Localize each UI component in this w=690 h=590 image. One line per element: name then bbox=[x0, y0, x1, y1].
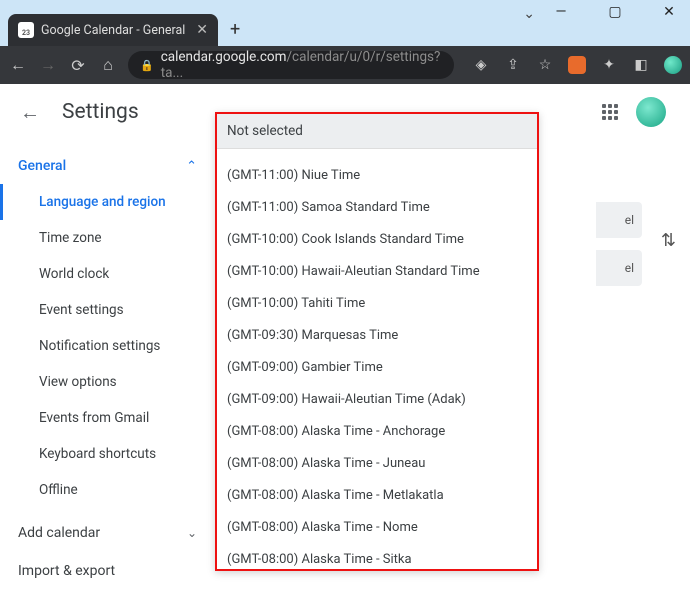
tab-title: Google Calendar - General settin bbox=[41, 23, 189, 38]
extensions-puzzle-icon[interactable]: ✦ bbox=[600, 56, 618, 74]
new-tab-button[interactable]: + bbox=[230, 19, 240, 40]
dropdown-option[interactable]: (GMT-08:00) Alaska Time - Nome bbox=[217, 511, 537, 543]
sidebar-subitems: Language and region Time zone World cloc… bbox=[0, 184, 215, 514]
url-host: calendar.google.com bbox=[161, 49, 287, 65]
dropdown-option[interactable]: (GMT-11:00) Niue Time bbox=[217, 159, 537, 191]
sidebar-item-label: Import & export bbox=[18, 563, 115, 579]
dropdown-header[interactable]: Not selected bbox=[217, 114, 537, 149]
dropdown-option[interactable]: (GMT-08:00) Alaska Time - Juneau bbox=[217, 447, 537, 479]
chevron-up-icon: ⌃ bbox=[186, 159, 197, 174]
eye-icon[interactable]: ◈ bbox=[472, 56, 490, 74]
window-dropdown-icon[interactable]: ⌄ bbox=[523, 6, 535, 22]
timezone-field-1[interactable]: el bbox=[596, 202, 642, 238]
sidebar-item-offline[interactable]: Offline bbox=[0, 472, 215, 508]
nav-back-button[interactable]: ← bbox=[8, 55, 28, 75]
dropdown-option[interactable]: (GMT-11:00) Samoa Standard Time bbox=[217, 191, 537, 223]
chevron-down-icon: ⌄ bbox=[187, 526, 197, 540]
sidebar-item-add-calendar[interactable]: Add calendar ⌄ bbox=[0, 514, 215, 552]
sidebar-item-keyboard-shortcuts[interactable]: Keyboard shortcuts bbox=[0, 436, 215, 472]
timezone-fields-peek: el el bbox=[596, 202, 642, 298]
browser-toolbar: ← → ⟳ ⌂ 🔒 calendar.google.com/calendar/u… bbox=[0, 46, 690, 84]
tab-close-icon[interactable]: ✕ bbox=[196, 22, 208, 38]
main-panel: el el ⇅ Not selected (GMT-11:00) Niue Ti… bbox=[215, 140, 690, 566]
dropdown-option[interactable]: (GMT-08:00) Alaska Time - Metlakatla bbox=[217, 479, 537, 511]
sidebar-item-notification-settings[interactable]: Notification settings bbox=[0, 328, 215, 364]
url-bar[interactable]: 🔒 calendar.google.com/calendar/u/0/r/set… bbox=[128, 51, 454, 79]
lock-icon: 🔒 bbox=[140, 59, 154, 72]
page-title: Settings bbox=[62, 100, 139, 124]
dropdown-option[interactable]: (GMT-10:00) Hawaii-Aleutian Standard Tim… bbox=[217, 255, 537, 287]
sidebar-item-view-options[interactable]: View options bbox=[0, 364, 215, 400]
sidebar-item-language-region[interactable]: Language and region bbox=[0, 184, 215, 220]
apps-grid-icon[interactable] bbox=[602, 104, 618, 120]
sidebar: General ⌃ Language and region Time zone … bbox=[0, 140, 215, 566]
nav-reload-button[interactable]: ⟳ bbox=[68, 56, 88, 75]
extension-orange-icon[interactable] bbox=[568, 56, 586, 74]
dropdown-option[interactable]: (GMT-10:00) Tahiti Time bbox=[217, 287, 537, 319]
app-content: ← Settings General ⌃ Language and region… bbox=[0, 84, 690, 566]
timezone-field-2[interactable]: el bbox=[596, 250, 642, 286]
browser-profile-avatar[interactable] bbox=[664, 56, 682, 74]
account-avatar[interactable] bbox=[636, 97, 666, 127]
sidebar-item-world-clock[interactable]: World clock bbox=[0, 256, 215, 292]
panel-icon[interactable]: ◧ bbox=[632, 56, 650, 74]
maximize-button[interactable]: ▢ bbox=[600, 4, 630, 20]
sidebar-item-time-zone[interactable]: Time zone bbox=[0, 220, 215, 256]
settings-back-button[interactable]: ← bbox=[20, 100, 40, 125]
extension-icons: ◈ ⇪ ☆ ✦ ◧ bbox=[472, 56, 682, 74]
dropdown-list[interactable]: (GMT-11:00) Niue Time (GMT-11:00) Samoa … bbox=[217, 149, 537, 569]
sidebar-item-events-from-gmail[interactable]: Events from Gmail bbox=[0, 400, 215, 436]
sidebar-section-label: General bbox=[18, 158, 66, 174]
browser-tab[interactable]: 23 Google Calendar - General settin ✕ bbox=[8, 14, 218, 46]
star-icon[interactable]: ☆ bbox=[536, 56, 554, 74]
sidebar-item-import-export[interactable]: Import & export bbox=[0, 552, 215, 590]
dropdown-option[interactable]: (GMT-08:00) Alaska Time - Sitka bbox=[217, 543, 537, 569]
window-controls: — ▢ ✕ bbox=[546, 4, 684, 20]
dropdown-option[interactable]: (GMT-10:00) Cook Islands Standard Time bbox=[217, 223, 537, 255]
close-window-button[interactable]: ✕ bbox=[654, 4, 684, 20]
nav-home-button[interactable]: ⌂ bbox=[98, 55, 118, 75]
minimize-button[interactable]: — bbox=[546, 4, 576, 20]
url-text: calendar.google.com/calendar/u/0/r/setti… bbox=[161, 49, 442, 81]
dropdown-option[interactable]: (GMT-09:30) Marquesas Time bbox=[217, 319, 537, 351]
favicon-date: 23 bbox=[22, 29, 30, 37]
share-icon[interactable]: ⇪ bbox=[504, 56, 522, 74]
settings-body: General ⌃ Language and region Time zone … bbox=[0, 140, 690, 566]
sidebar-section-general[interactable]: General ⌃ bbox=[0, 148, 215, 184]
sidebar-item-event-settings[interactable]: Event settings bbox=[0, 292, 215, 328]
dropdown-option[interactable]: (GMT-08:00) Alaska Time - Anchorage bbox=[217, 415, 537, 447]
timezone-dropdown: Not selected (GMT-11:00) Niue Time (GMT-… bbox=[215, 112, 539, 571]
calendar-favicon-icon: 23 bbox=[18, 22, 34, 38]
dropdown-option[interactable]: (GMT-09:00) Gambier Time bbox=[217, 351, 537, 383]
swap-timezones-icon[interactable]: ⇅ bbox=[661, 230, 676, 251]
sidebar-item-label: Add calendar bbox=[18, 525, 100, 541]
nav-forward-button[interactable]: → bbox=[38, 55, 58, 75]
dropdown-option[interactable]: (GMT-09:00) Hawaii-Aleutian Time (Adak) bbox=[217, 383, 537, 415]
